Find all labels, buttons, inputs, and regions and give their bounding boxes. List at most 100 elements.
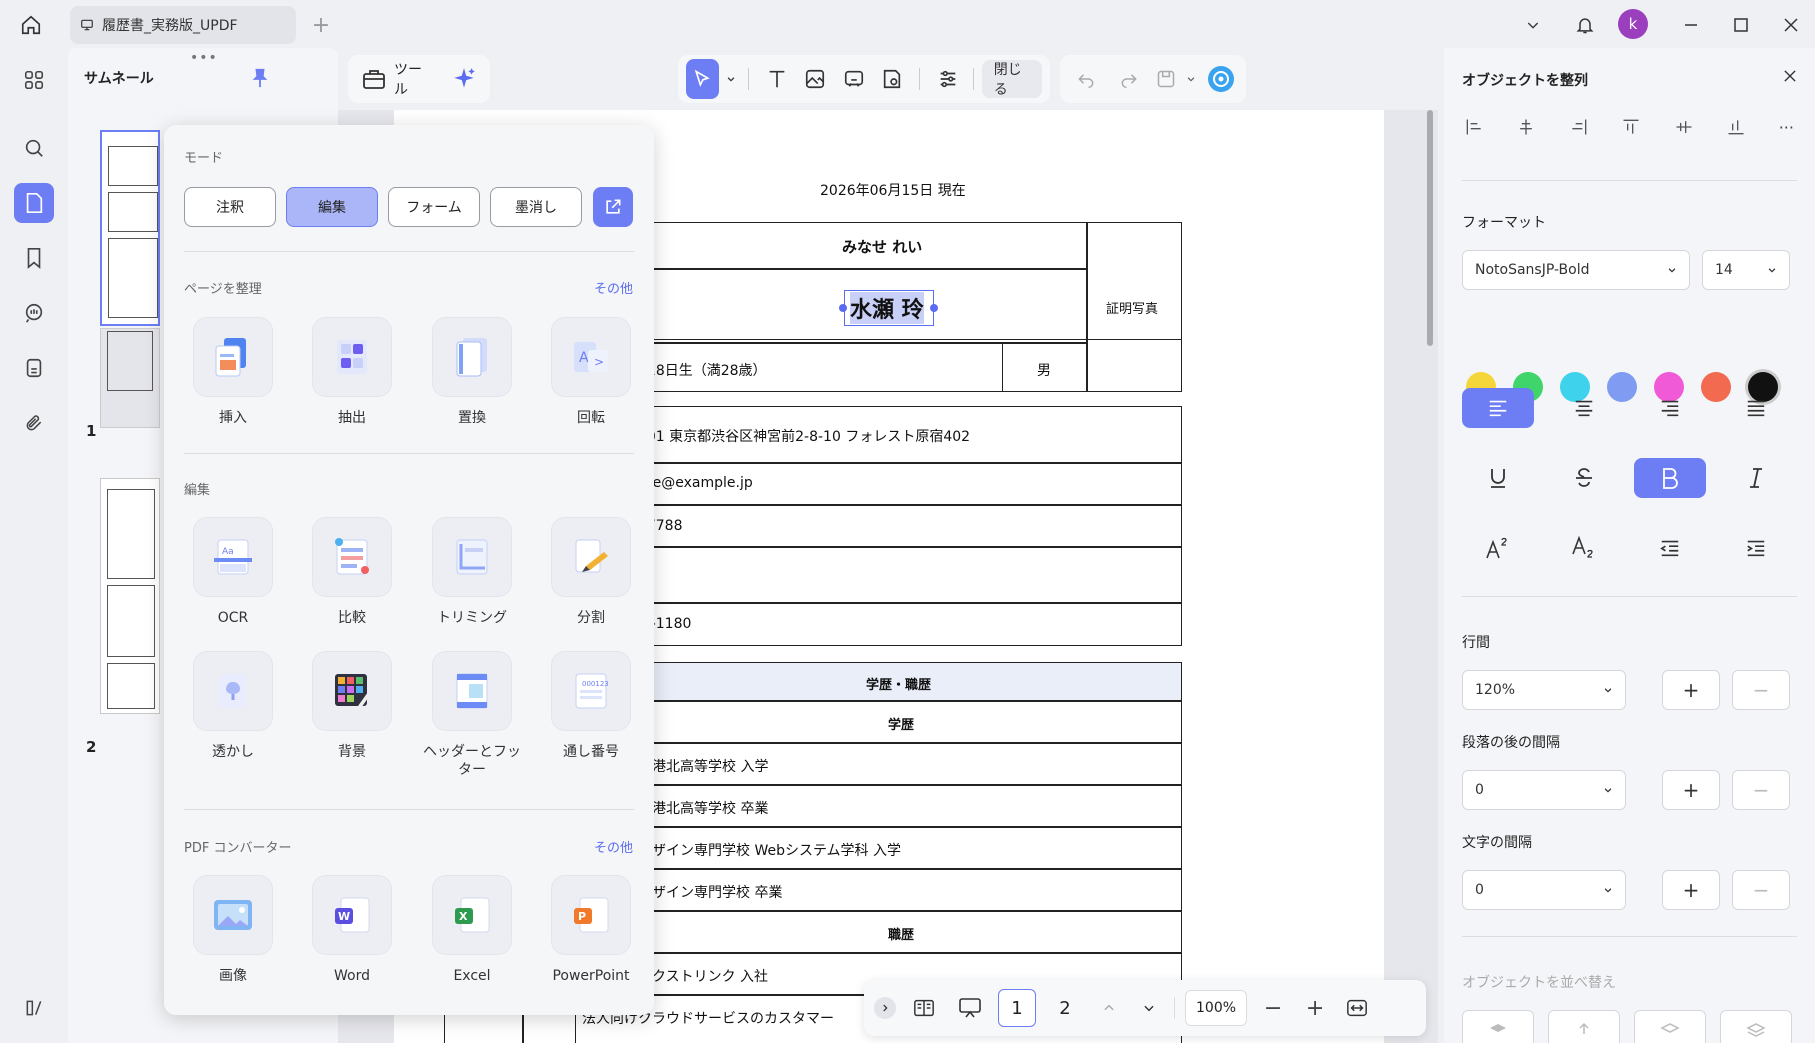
maximize-icon[interactable]: [1726, 10, 1756, 40]
convert-to-powerpoint-tool[interactable]: P PowerPoint: [536, 875, 646, 1005]
italic-button[interactable]: [1720, 458, 1792, 498]
previous-page-chevron-up-icon[interactable]: [1094, 993, 1124, 1023]
character-spacing-plus-button[interactable]: +: [1662, 870, 1720, 910]
replace-page-tool[interactable]: 置換: [417, 317, 527, 447]
bring-forward-button[interactable]: [1548, 1010, 1620, 1043]
save-icon[interactable]: [1154, 59, 1178, 99]
decrease-indent-button[interactable]: [1634, 528, 1706, 568]
pin-icon[interactable]: [246, 64, 274, 92]
align-center-horizontal-icon[interactable]: [1516, 117, 1536, 137]
close-window-icon[interactable]: [1776, 10, 1806, 40]
align-left-icon[interactable]: [1464, 117, 1484, 137]
align-bottom-icon[interactable]: [1726, 117, 1746, 137]
user-avatar[interactable]: k: [1618, 9, 1648, 39]
page-chip-1[interactable]: 1: [998, 989, 1036, 1027]
mode-annotate-button[interactable]: 注釈: [184, 187, 276, 227]
bookmark-icon[interactable]: [14, 238, 54, 278]
align-top-icon[interactable]: [1621, 117, 1641, 137]
font-size-select[interactable]: 14: [1702, 250, 1790, 290]
close-panel-icon[interactable]: [1778, 64, 1802, 88]
align-right-icon[interactable]: [1569, 117, 1589, 137]
document-stack-icon[interactable]: [14, 348, 54, 388]
watermark-tool-icon[interactable]: [875, 59, 910, 99]
strikethrough-button[interactable]: [1548, 458, 1620, 498]
text-box-handle-left[interactable]: [839, 304, 847, 312]
line-spacing-minus-button[interactable]: −: [1732, 670, 1790, 710]
presentation-icon[interactable]: [952, 990, 988, 1026]
converter-more-link[interactable]: その他: [594, 837, 633, 856]
bell-icon[interactable]: [1568, 8, 1602, 42]
text-box-handle-right[interactable]: [930, 304, 938, 312]
text-align-center-button[interactable]: [1548, 388, 1620, 428]
chevron-right-icon[interactable]: [874, 997, 896, 1019]
compare-tool[interactable]: 比較: [297, 517, 407, 647]
increase-indent-button[interactable]: [1720, 528, 1792, 568]
character-spacing-minus-button[interactable]: −: [1732, 870, 1790, 910]
convert-to-image-tool[interactable]: 画像: [178, 875, 288, 1005]
ocr-tool[interactable]: Aa OCR: [178, 517, 288, 647]
convert-to-excel-tool[interactable]: X Excel: [417, 875, 527, 1005]
character-spacing-select[interactable]: 0: [1462, 870, 1626, 910]
open-new-window-button[interactable]: [593, 187, 633, 227]
ai-sparkle-icon[interactable]: [446, 59, 482, 99]
save-dropdown-chevron-icon[interactable]: [1184, 59, 1199, 99]
organize-more-link[interactable]: その他: [594, 278, 633, 297]
text-tool-icon[interactable]: [759, 59, 794, 99]
zoom-level-field[interactable]: 100%: [1185, 990, 1248, 1026]
insert-page-tool[interactable]: 挿入: [178, 317, 288, 447]
close-edit-button[interactable]: 閉じる: [981, 60, 1042, 98]
search-icon[interactable]: [14, 128, 54, 168]
bates-number-tool[interactable]: 000123 通し番号: [536, 651, 646, 781]
watermark-tool[interactable]: 透かし: [178, 651, 288, 781]
document-tab[interactable]: 履歴書_実務版_UPDF: [70, 6, 296, 44]
line-spacing-plus-button[interactable]: +: [1662, 670, 1720, 710]
page-thumbnail-icon[interactable]: [14, 183, 54, 223]
crop-tool[interactable]: トリミング: [417, 517, 527, 647]
image-tool-icon[interactable]: [798, 59, 833, 99]
name-text[interactable]: 水瀬 玲: [850, 292, 924, 324]
more-options-icon[interactable]: ···: [1779, 118, 1794, 137]
tools-button[interactable]: ツール: [356, 59, 436, 99]
vertical-scrollbar[interactable]: [1427, 110, 1433, 346]
text-align-justify-button[interactable]: [1720, 388, 1792, 428]
background-tool[interactable]: 背景: [297, 651, 407, 781]
page-chip-2[interactable]: 2: [1046, 989, 1084, 1027]
text-align-left-button[interactable]: [1462, 388, 1534, 428]
underline-button[interactable]: [1462, 458, 1534, 498]
align-middle-vertical-icon[interactable]: [1674, 117, 1694, 137]
fit-width-icon[interactable]: [1341, 992, 1373, 1024]
select-cursor-icon[interactable]: [686, 59, 719, 99]
paragraph-spacing-select[interactable]: 0: [1462, 770, 1626, 810]
mode-edit-button[interactable]: 編集: [286, 187, 378, 227]
extract-page-tool[interactable]: 抽出: [297, 317, 407, 447]
link-tool-icon[interactable]: [836, 59, 871, 99]
select-dropdown-chevron-icon[interactable]: [723, 59, 739, 99]
font-family-select[interactable]: NotoSansJP-Bold: [1462, 250, 1690, 290]
comment-icon[interactable]: [14, 293, 54, 333]
new-tab-plus-icon[interactable]: +: [308, 12, 334, 38]
paragraph-spacing-minus-button[interactable]: −: [1732, 770, 1790, 810]
properties-sliders-icon[interactable]: [930, 59, 965, 99]
text-align-right-button[interactable]: [1634, 388, 1706, 428]
page-layout-icon[interactable]: [906, 990, 942, 1026]
superscript-button[interactable]: [1462, 528, 1534, 568]
bold-button[interactable]: [1634, 458, 1706, 498]
bring-to-front-button[interactable]: [1462, 1010, 1534, 1043]
rotate-page-tool[interactable]: A > 回転: [536, 317, 646, 447]
mode-form-button[interactable]: フォーム: [388, 187, 480, 227]
drag-handle-icon[interactable]: •••: [190, 50, 218, 66]
next-page-chevron-down-icon[interactable]: [1134, 993, 1164, 1023]
subscript-button[interactable]: [1548, 528, 1620, 568]
chevron-down-icon[interactable]: [1518, 10, 1548, 40]
home-icon[interactable]: [14, 8, 48, 42]
page-thumbnail-1[interactable]: [100, 130, 160, 326]
split-tool[interactable]: 分割: [536, 517, 646, 647]
sidebar-toggle-icon[interactable]: [14, 988, 54, 1028]
send-backward-button[interactable]: [1634, 1010, 1706, 1043]
attachment-icon[interactable]: [14, 403, 54, 443]
grid-apps-icon[interactable]: [14, 60, 54, 100]
ai-assistant-icon[interactable]: [1205, 59, 1238, 99]
zoom-out-icon[interactable]: −: [1257, 992, 1289, 1024]
send-to-back-button[interactable]: [1720, 1010, 1792, 1043]
redo-icon[interactable]: [1111, 59, 1148, 99]
